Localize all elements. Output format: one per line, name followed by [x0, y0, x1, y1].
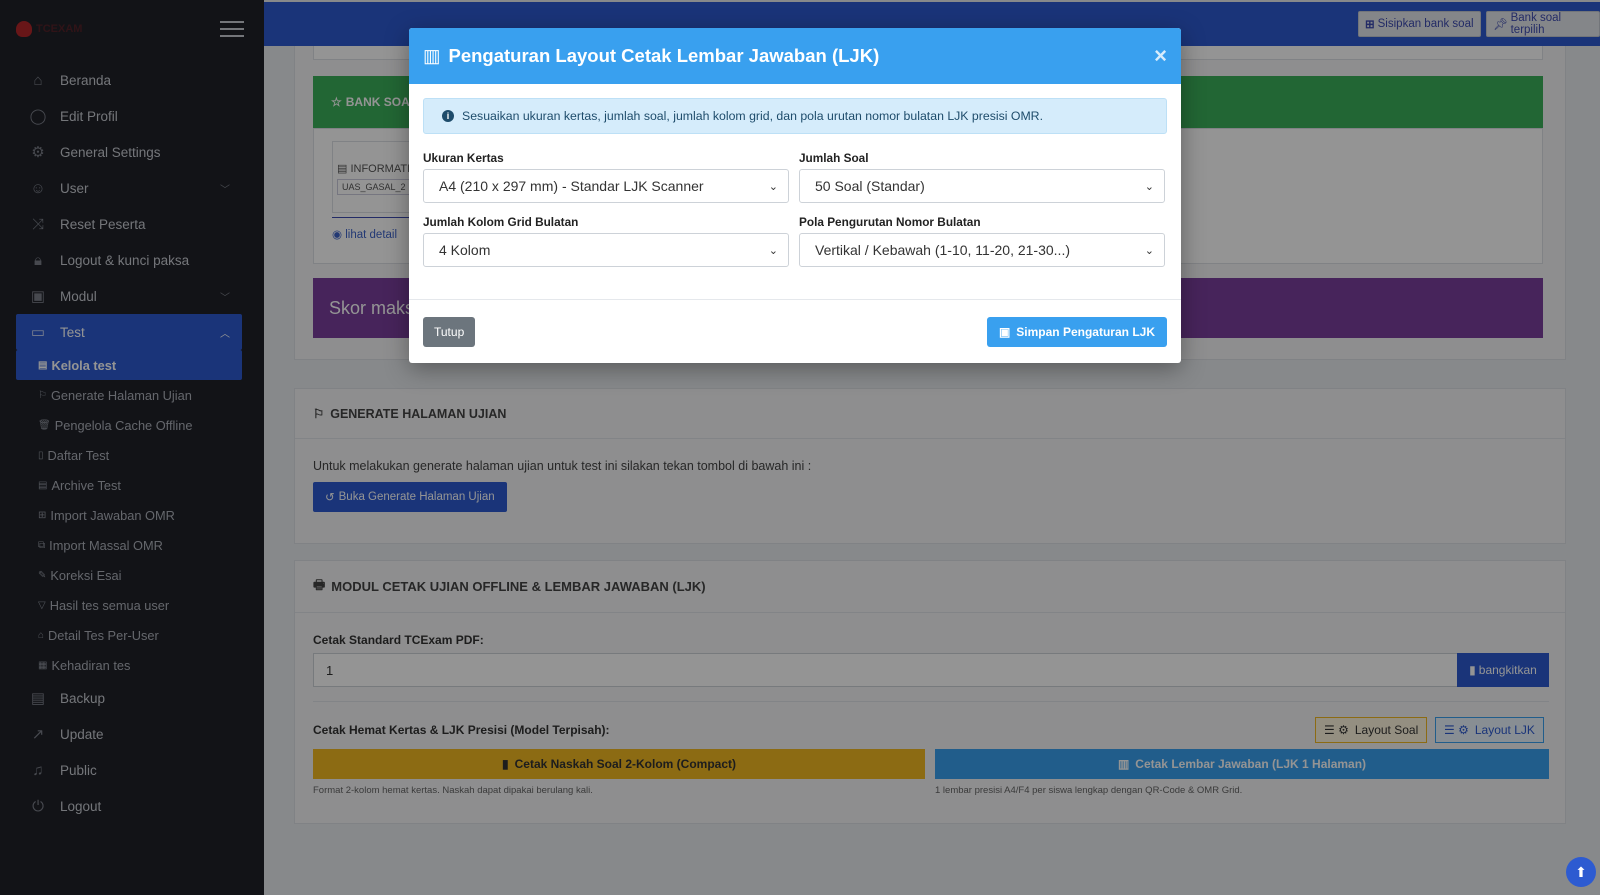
alert-text: Sesuaikan ukuran kertas, jumlah soal, ju… [462, 109, 1043, 123]
save-icon: ▣ [998, 324, 1011, 339]
kolom-grid-label: Jumlah Kolom Grid Bulatan [423, 215, 579, 229]
form-row: Ukuran Kertas A4 (210 x 297 mm) - Standa… [423, 151, 1167, 203]
chevron-down-icon: ⌄ [1144, 244, 1154, 257]
ukuran-kertas-label: Ukuran Kertas [423, 151, 504, 165]
simpan-pengaturan-button[interactable]: ▣ Simpan Pengaturan LJK [986, 316, 1167, 347]
chevron-down-icon: ⌄ [1144, 180, 1154, 193]
select-value: A4 (210 x 297 mm) - Standar LJK Scanner [439, 178, 704, 194]
pola-urutan-select[interactable]: Vertikal / Kebawah (1-10, 11-20, 21-30..… [799, 233, 1165, 267]
modal-header: ▥ Pengaturan Layout Cetak Lembar Jawaban… [409, 28, 1181, 84]
barcode-icon: ▥ [423, 45, 441, 66]
modal-footer: Tutup ▣ Simpan Pengaturan LJK [409, 299, 1181, 363]
info-icon: i [442, 110, 454, 122]
jumlah-soal-group: Jumlah Soal 50 Soal (Standar) ⌄ [799, 151, 1165, 203]
info-alert: i Sesuaikan ukuran kertas, jumlah soal, … [423, 98, 1167, 134]
kolom-grid-select[interactable]: 4 Kolom ⌄ [423, 233, 789, 267]
ukuran-kertas-group: Ukuran Kertas A4 (210 x 297 mm) - Standa… [423, 151, 789, 203]
ljk-layout-modal: ▥ Pengaturan Layout Cetak Lembar Jawaban… [409, 28, 1181, 363]
chevron-down-icon: ⌄ [768, 180, 778, 193]
ukuran-kertas-select[interactable]: A4 (210 x 297 mm) - Standar LJK Scanner ⌄ [423, 169, 789, 203]
modal-body: i Sesuaikan ukuran kertas, jumlah soal, … [409, 84, 1181, 299]
select-value: Vertikal / Kebawah (1-10, 11-20, 21-30..… [815, 242, 1070, 258]
pola-urutan-group: Pola Pengurutan Nomor Bulatan Vertikal /… [799, 215, 1165, 267]
button-label: Simpan Pengaturan LJK [1016, 324, 1155, 339]
jumlah-soal-label: Jumlah Soal [799, 151, 869, 165]
chevron-down-icon: ⌄ [768, 244, 778, 257]
modal-title: Pengaturan Layout Cetak Lembar Jawaban (… [448, 45, 880, 66]
form-row: Jumlah Kolom Grid Bulatan 4 Kolom ⌄ Pola … [423, 215, 1167, 267]
select-value: 4 Kolom [439, 242, 491, 258]
scroll-to-top-button[interactable]: ⬆ [1566, 857, 1596, 887]
jumlah-soal-select[interactable]: 50 Soal (Standar) ⌄ [799, 169, 1165, 203]
select-value: 50 Soal (Standar) [815, 178, 925, 194]
pola-urutan-label: Pola Pengurutan Nomor Bulatan [799, 215, 981, 229]
arrow-up-icon: ⬆ [1575, 863, 1587, 880]
close-icon[interactable]: × [1154, 43, 1167, 69]
tutup-button[interactable]: Tutup [423, 316, 476, 347]
kolom-grid-group: Jumlah Kolom Grid Bulatan 4 Kolom ⌄ [423, 215, 789, 267]
